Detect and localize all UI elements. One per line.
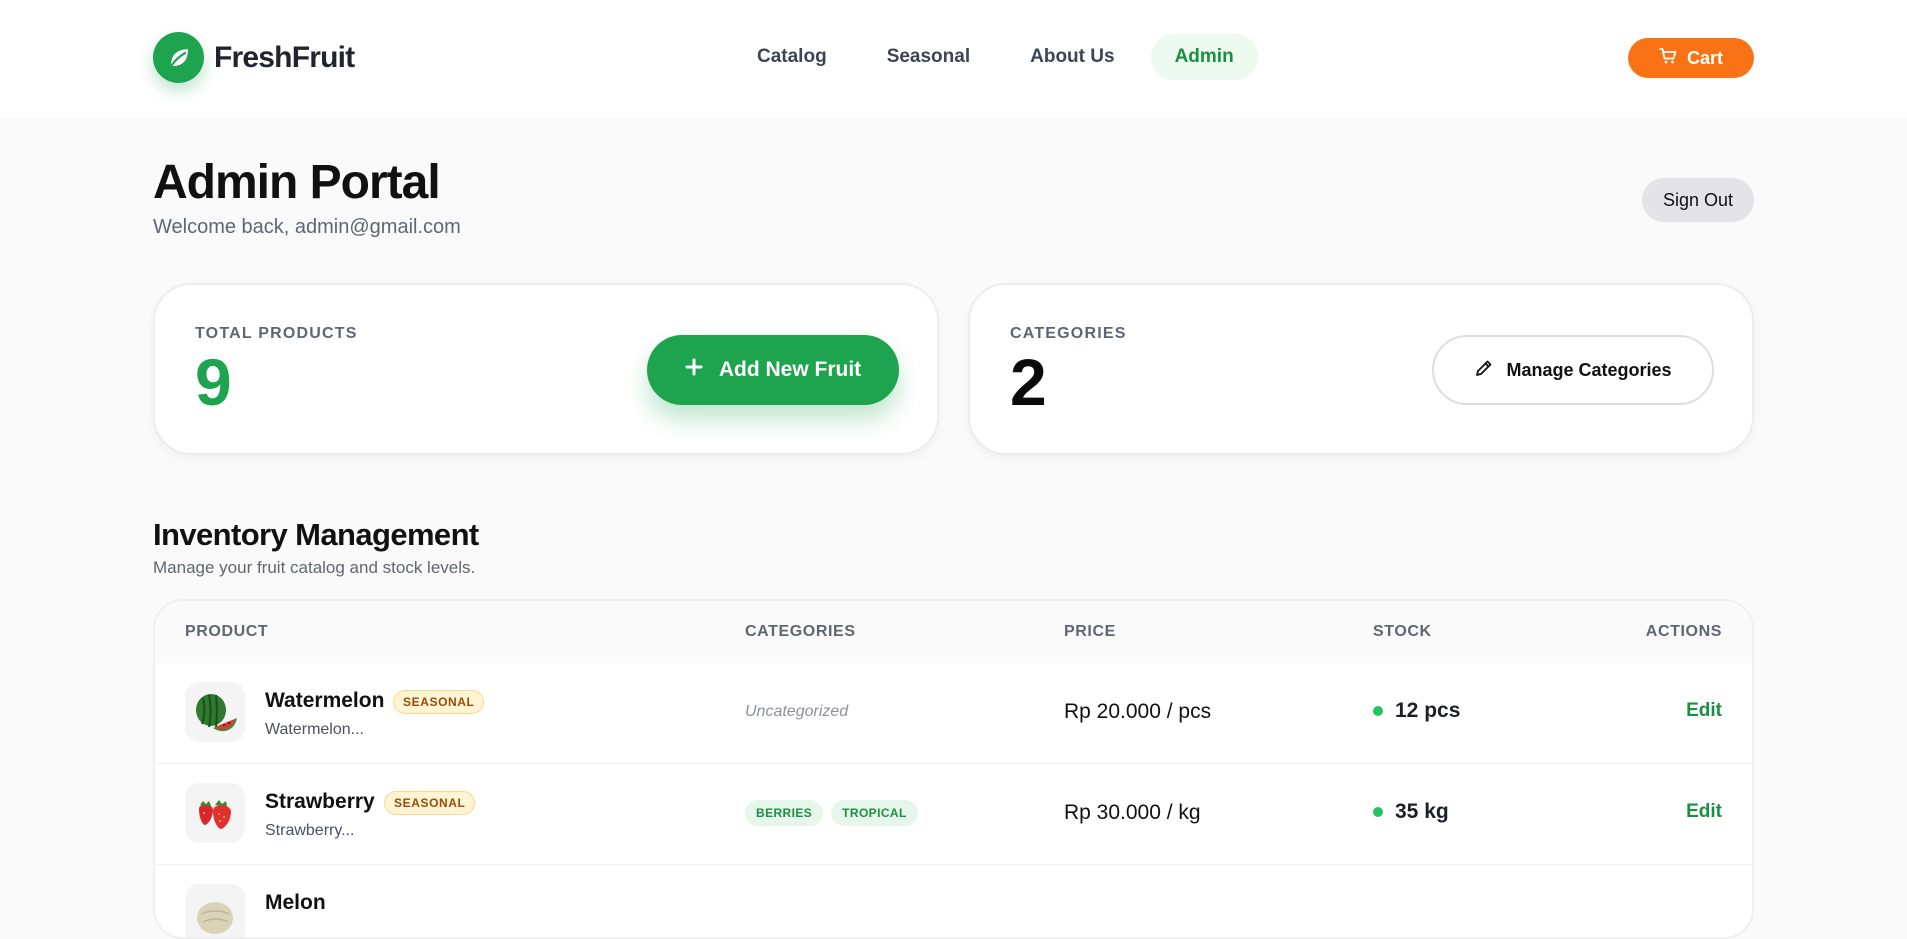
- welcome-message: Welcome back, admin@gmail.com: [153, 216, 461, 238]
- plus-icon: [685, 358, 703, 382]
- column-header-actions: ACTIONS: [1645, 623, 1722, 640]
- categories-value: 2: [1010, 345, 1047, 419]
- page-title: Admin Portal: [153, 156, 441, 209]
- categories-card: CATEGORIES 2 Manage Categories: [968, 283, 1754, 455]
- edit-button[interactable]: Edit: [1686, 700, 1722, 722]
- inventory-subtitle: Manage your fruit catalog and stock leve…: [153, 558, 476, 577]
- cart-label: Cart: [1686, 47, 1723, 68]
- column-header-categories: CATEGORIES: [745, 623, 856, 640]
- cart-icon: [1659, 47, 1677, 70]
- brand-name: FreshFruit: [214, 40, 355, 74]
- top-navigation-bar: FreshFruit Catalog Seasonal About Us Adm…: [0, 0, 1907, 118]
- table-row: Melon: [155, 865, 1752, 937]
- stock-value: 35 kg: [1395, 800, 1449, 823]
- product-name: Watermelon: [265, 689, 385, 712]
- inventory-table: PRODUCT CATEGORIES PRICE STOCK ACTIONS W…: [153, 599, 1754, 939]
- product-description: Watermelon...: [265, 721, 364, 738]
- nav-item-catalog[interactable]: Catalog: [733, 34, 851, 80]
- sign-out-button[interactable]: Sign Out: [1642, 178, 1754, 222]
- stock-level: 12 pcs: [1373, 699, 1460, 723]
- seasonal-badge: SEASONAL: [393, 690, 485, 714]
- strawberry-icon: [185, 783, 245, 843]
- column-header-product: PRODUCT: [185, 623, 269, 640]
- manage-categories-label: Manage Categories: [1506, 359, 1672, 380]
- category-value: Uncategorized: [745, 703, 849, 720]
- table-row: Strawberry SEASONAL Strawberry... BERRIE…: [155, 764, 1752, 865]
- add-new-fruit-label: Add New Fruit: [718, 358, 862, 381]
- product-description: Strawberry...: [265, 822, 355, 839]
- table-header: PRODUCT CATEGORIES PRICE STOCK ACTIONS: [155, 601, 1752, 663]
- product-price: Rp 30.000 / kg: [1064, 801, 1201, 824]
- total-products-value: 9: [195, 345, 232, 419]
- column-header-stock: STOCK: [1373, 623, 1432, 640]
- category-tag-tropical: TROPICAL: [831, 800, 918, 826]
- nav-item-about-us[interactable]: About Us: [1006, 34, 1138, 80]
- table-row: Watermelon SEASONAL Watermelon... Uncate…: [155, 663, 1752, 764]
- nav-item-seasonal[interactable]: Seasonal: [863, 34, 994, 80]
- watermelon-icon: [185, 682, 245, 742]
- category-tag-berries: BERRIES: [745, 800, 824, 826]
- in-stock-indicator: [1373, 807, 1383, 817]
- leaf-icon: [153, 32, 204, 83]
- categories-label: CATEGORIES: [1010, 325, 1127, 342]
- category-tags: BERRIES TROPICAL: [745, 800, 918, 826]
- melon-icon: [185, 884, 245, 937]
- inventory-title: Inventory Management: [153, 517, 479, 552]
- brand-logo[interactable]: FreshFruit: [153, 32, 355, 83]
- stock-value: 12 pcs: [1395, 699, 1461, 722]
- edit-button[interactable]: Edit: [1686, 801, 1722, 823]
- add-new-fruit-button[interactable]: Add New Fruit: [647, 335, 899, 405]
- total-products-label: TOTAL PRODUCTS: [195, 325, 358, 342]
- column-header-price: PRICE: [1064, 623, 1116, 640]
- product-price: Rp 20.000 / pcs: [1064, 700, 1212, 723]
- seasonal-badge: SEASONAL: [384, 791, 476, 815]
- cart-button[interactable]: Cart: [1628, 38, 1754, 78]
- nav-item-admin[interactable]: Admin: [1150, 34, 1258, 80]
- manage-categories-button[interactable]: Manage Categories: [1432, 335, 1714, 405]
- product-name: Strawberry: [265, 790, 375, 813]
- stock-level: 35 kg: [1373, 800, 1449, 824]
- main-nav: Catalog Seasonal About Us Admin: [733, 34, 1258, 80]
- pencil-icon: [1474, 358, 1494, 383]
- product-name: Melon: [265, 891, 326, 914]
- total-products-card: TOTAL PRODUCTS 9 Add New Fruit: [153, 283, 939, 455]
- in-stock-indicator: [1373, 706, 1383, 716]
